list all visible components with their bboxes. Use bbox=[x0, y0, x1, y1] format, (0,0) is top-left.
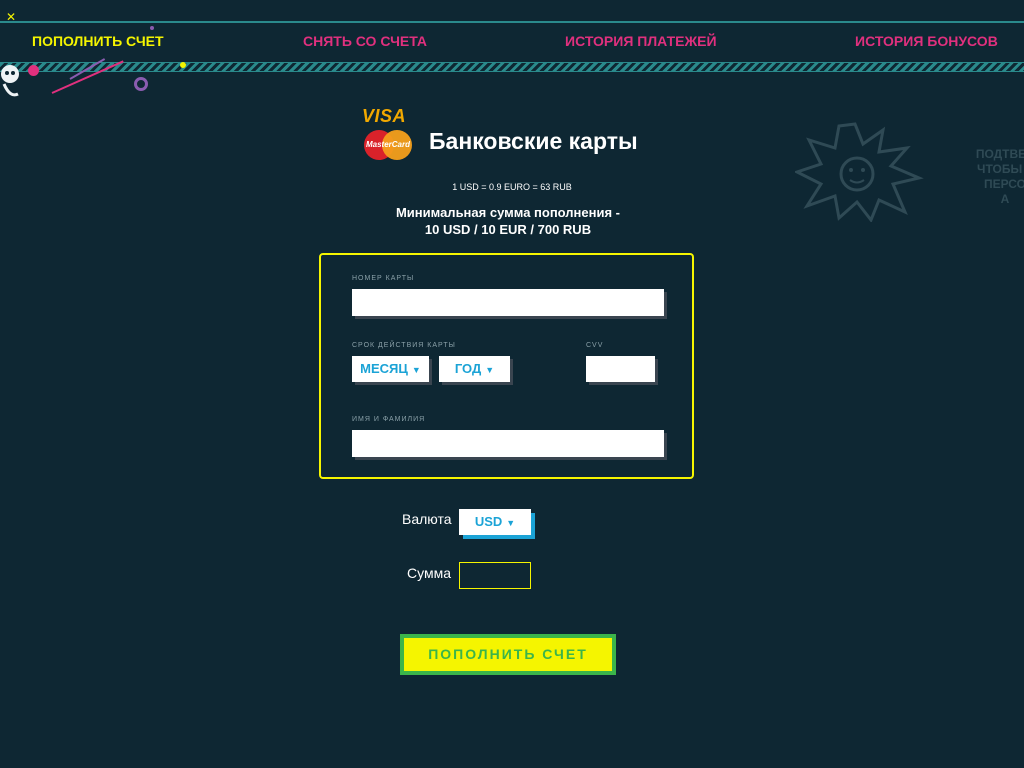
cvv-label: CVV bbox=[586, 342, 604, 349]
deposit-submit-button[interactable]: ПОПОЛНИТЬ СЧЕТ bbox=[400, 634, 616, 675]
card-number-label: НОМЕР КАРТЫ bbox=[352, 275, 415, 282]
monkey-mascot-icon bbox=[0, 60, 22, 102]
chevron-down-icon: ▼ bbox=[506, 518, 516, 528]
rope-divider bbox=[0, 62, 1024, 72]
cardholder-name-input[interactable] bbox=[352, 430, 664, 457]
cvv-input[interactable] bbox=[586, 356, 655, 382]
mastercard-logo-icon: MasterCard bbox=[364, 130, 412, 160]
tab-bonus-history[interactable]: ИСТОРИЯ БОНУСОВ bbox=[855, 33, 998, 49]
decor-ring-purple bbox=[134, 77, 148, 91]
header-divider bbox=[0, 21, 1024, 23]
tab-deposit[interactable]: ПОПОЛНИТЬ СЧЕТ bbox=[32, 33, 164, 49]
card-number-input[interactable] bbox=[352, 289, 664, 316]
name-label: ИМЯ И ФАМИЛИЯ bbox=[352, 416, 426, 423]
decor-dot-purple bbox=[150, 26, 154, 30]
promo-text: ПОДТВЕР ЧТОБЫ У ПЕРСО А bbox=[975, 147, 1024, 206]
chevron-down-icon: ▼ bbox=[411, 365, 421, 375]
monkey-badge-icon bbox=[793, 122, 925, 223]
year-select[interactable]: ГОД ▼ bbox=[439, 356, 510, 382]
amount-input[interactable] bbox=[459, 562, 531, 589]
decor-dot-yellow bbox=[180, 62, 186, 68]
chevron-down-icon: ▼ bbox=[485, 365, 495, 375]
tab-withdraw[interactable]: СНЯТЬ СО СЧЕТА bbox=[303, 33, 427, 49]
decor-dot-pink bbox=[28, 65, 39, 76]
tab-payment-history[interactable]: ИСТОРИЯ ПЛАТЕЖЕЙ bbox=[565, 33, 717, 49]
currency-select[interactable]: USD ▼ bbox=[459, 509, 531, 535]
currency-label: Валюта bbox=[402, 511, 452, 527]
card-form: НОМЕР КАРТЫ СРОК ДЕЙСТВИЯ КАРТЫ МЕСЯЦ ▼ Г… bbox=[319, 253, 694, 479]
expiry-label: СРОК ДЕЙСТВИЯ КАРТЫ bbox=[352, 342, 456, 349]
visa-logo-icon: VISA bbox=[362, 106, 407, 126]
star-decor-icon: ✕ bbox=[6, 10, 17, 24]
minimum-amount-line2: 10 USD / 10 EUR / 700 RUB bbox=[424, 222, 592, 237]
month-select[interactable]: МЕСЯЦ ▼ bbox=[352, 356, 429, 382]
page-title: Банковские карты bbox=[429, 128, 638, 154]
amount-label: Сумма bbox=[407, 565, 451, 581]
